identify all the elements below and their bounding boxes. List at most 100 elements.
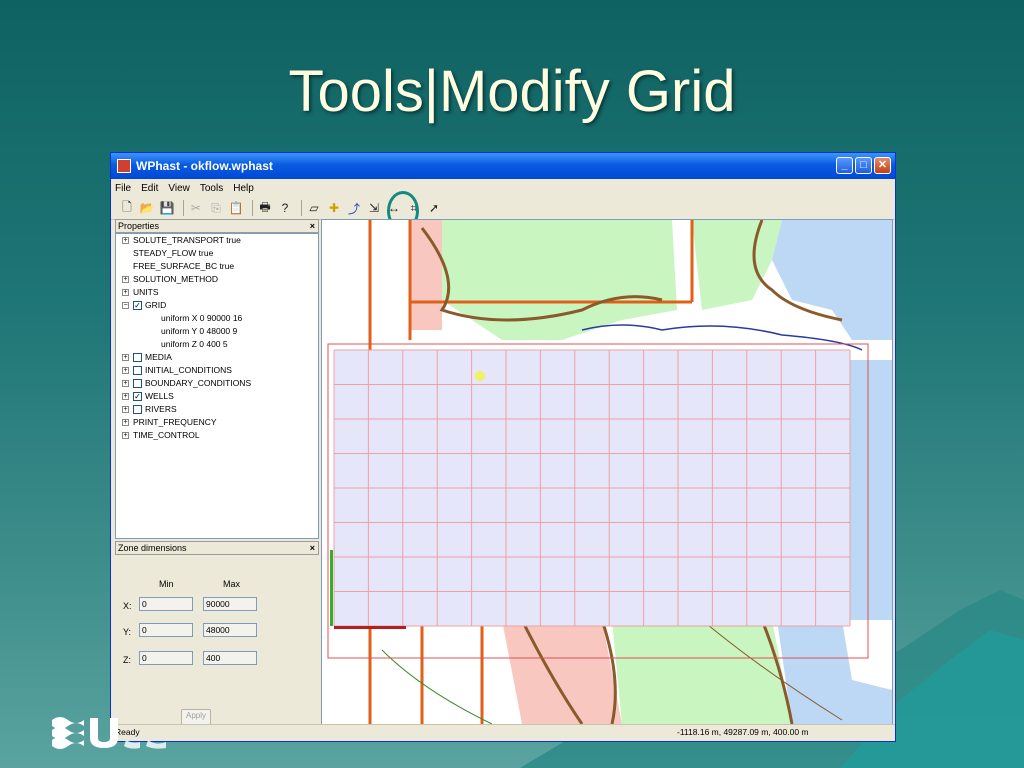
tree-item-label: UNITS [133,287,159,297]
expand-icon[interactable]: + [122,289,129,296]
coordinates-readout: -1118.16 m, 49287.09 m, 400.00 m [677,727,809,737]
visibility-checkbox[interactable] [133,366,142,375]
tree-item-label: MEDIA [145,352,172,362]
expand-icon[interactable]: + [122,380,129,387]
tree-item[interactable]: + INITIAL_CONDITIONS [116,364,318,377]
visibility-checkbox[interactable] [133,405,142,414]
expand-icon[interactable]: + [122,393,129,400]
zone-title: Zone dimensions [118,543,187,553]
toolbar-separator [252,200,253,216]
print-icon[interactable]: 🖶 [257,200,273,216]
new-icon[interactable]: 🗋 [119,200,135,216]
visibility-checkbox[interactable]: ✓ [133,301,142,310]
map-view[interactable] [321,219,893,725]
app-icon [117,159,131,173]
water-se [777,620,892,724]
tree-item[interactable]: + SOLUTION_METHOD [116,273,318,286]
x-min-field[interactable]: 0 [139,597,193,611]
expand-icon[interactable]: + [122,419,129,426]
close-button[interactable]: ✕ [874,157,891,174]
visibility-checkbox[interactable] [133,379,142,388]
tree-item-label: GRID [145,300,167,310]
tree-item-label: uniform X 0 90000 16 [161,313,243,323]
select-icon[interactable]: ➚ [426,200,442,216]
properties-title: Properties [118,221,160,231]
max-label: Max [223,579,241,589]
tree-item[interactable]: uniform Z 0 400 5 [116,338,318,351]
tree-item[interactable]: + PRINT_FREQUENCY [116,416,318,429]
status-bar: Ready -1118.16 m, 49287.09 m, 400.00 m [111,724,895,741]
min-label: Min [159,579,174,589]
x-max-field[interactable]: 90000 [203,597,257,611]
paste-icon[interactable]: 📋 [228,200,244,216]
y-label: Y: [123,627,132,637]
menu-edit[interactable]: Edit [141,183,158,194]
tree-item-label: INITIAL_CONDITIONS [145,365,232,375]
toolbar-separator [301,200,302,216]
slide-title: Tools|Modify Grid [288,59,736,124]
tree-item[interactable]: FREE_SURFACE_BC true [116,260,318,273]
minimize-button[interactable]: _ [836,157,853,174]
red-axis-marker [334,626,406,629]
zone-red-south [502,620,622,724]
tree-item[interactable]: − ✓ GRID [116,299,318,312]
tree-item[interactable]: + RIVERS [116,403,318,416]
visibility-checkbox[interactable] [133,353,142,362]
maximize-button[interactable]: □ [855,157,872,174]
tree-item[interactable]: + ✓ WELLS [116,390,318,403]
tree-item-label: SOLUTION_METHOD [133,274,219,284]
tree-item[interactable]: + SOLUTE_TRANSPORT true [116,234,318,247]
tree-item[interactable]: STEADY_FLOW true [116,247,318,260]
y-min-field[interactable]: 0 [139,623,193,637]
expand-icon[interactable]: + [122,354,129,361]
zone-header: Zone dimensions × [115,541,319,555]
x-label: X: [123,601,132,611]
tree-item-label: WELLS [145,391,174,401]
expand-icon[interactable]: + [122,237,129,244]
tree-item[interactable]: uniform Y 0 48000 9 [116,325,318,338]
open-icon[interactable]: 📂 [139,200,155,216]
help-icon[interactable]: ? [277,200,293,216]
tree-item[interactable]: uniform X 0 90000 16 [116,312,318,325]
zone-close-icon[interactable]: × [310,542,315,554]
well-marker[interactable] [475,371,485,381]
y-max-field[interactable]: 48000 [203,623,257,637]
properties-close-icon[interactable]: × [310,220,315,232]
tree-item[interactable]: + BOUNDARY_CONDITIONS [116,377,318,390]
menu-file[interactable]: File [115,183,131,194]
model-grid[interactable] [333,349,851,627]
tree-item-label: PRINT_FREQUENCY [133,417,217,427]
tree-item-label: RIVERS [145,404,177,414]
map-canvas[interactable] [322,220,892,724]
add-river-icon[interactable]: ⤴ [346,200,362,216]
tree-item[interactable]: + TIME_CONTROL [116,429,318,442]
expand-icon[interactable]: + [122,276,129,283]
tree-item-label: SOLUTE_TRANSPORT true [133,235,241,245]
z-min-field[interactable]: 0 [139,651,193,665]
river-line [381,649,493,724]
menu-help[interactable]: Help [233,183,254,194]
collapse-icon[interactable]: − [122,302,129,309]
water-ne [772,220,892,340]
save-icon[interactable]: 💾 [159,200,175,216]
expand-icon[interactable]: + [122,367,129,374]
copy-icon[interactable]: ⎘ [208,200,224,216]
tree-item[interactable]: + MEDIA [116,351,318,364]
zone-green-north [417,220,677,340]
expand-icon[interactable]: + [122,432,129,439]
tree-item-label: STEADY_FLOW true [133,248,214,258]
apply-button[interactable]: Apply [181,709,211,725]
title-bar[interactable]: WPhast - okflow.wphast _ □ ✕ [111,153,895,179]
cut-icon[interactable]: ✂ [188,200,204,216]
z-max-field[interactable]: 400 [203,651,257,665]
move-icon[interactable]: ⇲ [366,200,382,216]
add-well-icon[interactable]: ✚ [326,200,342,216]
expand-icon[interactable]: + [122,406,129,413]
tree-item-label: uniform Y 0 48000 9 [161,326,238,336]
visibility-checkbox[interactable]: ✓ [133,392,142,401]
menu-tools[interactable]: Tools [200,183,223,194]
river-line [581,324,863,351]
menu-view[interactable]: View [168,183,190,194]
tree-item[interactable]: + UNITS [116,286,318,299]
zone-icon[interactable]: ▱ [306,200,322,216]
